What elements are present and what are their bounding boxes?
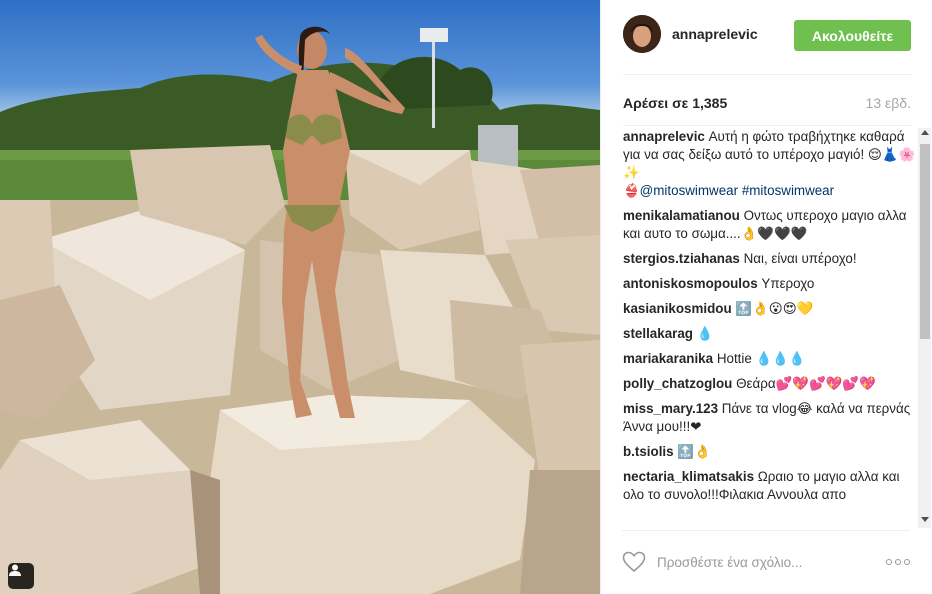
list-item: polly_chatzoglou Θεάρα💕💖💕💖💕💖 (623, 375, 917, 393)
divider (623, 74, 911, 75)
comment-text: Θεάρα💕💖💕💖💕💖 (736, 376, 876, 391)
post-details-panel: annaprelevic Ακολουθείτε Αρέσει σε 1,385… (600, 0, 932, 594)
photo-scene (0, 26, 600, 594)
following-button[interactable]: Ακολουθείτε (794, 20, 911, 51)
comment-text: 💧 (696, 326, 714, 341)
comment-text: Ναι, είναι υπέροχο! (743, 251, 857, 266)
avatar[interactable] (623, 15, 661, 53)
comment-author[interactable]: miss_mary.123 (623, 401, 718, 416)
likes-number: 1,385 (692, 95, 728, 111)
comment-author[interactable]: b.tsiolis (623, 444, 674, 459)
comment-text: Υπεροχο (761, 276, 815, 291)
scrollbar-thumb[interactable] (920, 144, 930, 339)
comment-author[interactable]: menikalamatianou (623, 208, 740, 223)
comment-author[interactable]: annaprelevic (623, 129, 705, 144)
comment-author[interactable]: mariakaranika (623, 351, 713, 366)
list-item: nectaria_klimatsakis Ωραιο το μαγιο αλλα… (623, 468, 917, 504)
list-item: kasianikosmidou 🔝👌😮😍💛 (623, 300, 917, 318)
comment-author[interactable]: antoniskosmopoulos (623, 276, 758, 291)
username[interactable]: annaprelevic (672, 26, 758, 42)
post-age[interactable]: 13 εβδ. (866, 95, 911, 111)
comments-list[interactable]: annaprelevic Αυτή η φώτο τραβήχτηκε καθα… (623, 128, 917, 530)
comment-text: Hottie 💧💧💧 (716, 351, 806, 366)
dot (904, 559, 910, 565)
comment-author[interactable]: polly_chatzoglou (623, 376, 732, 391)
hashtag-link[interactable]: #mitoswimwear (742, 183, 834, 198)
comment-text: 🔝👌 (677, 444, 711, 459)
list-item: stergios.tziahanas Ναι, είναι υπέροχο! (623, 250, 917, 268)
comment-author[interactable]: nectaria_klimatsakis (623, 469, 754, 484)
divider (623, 125, 911, 126)
list-item: antoniskosmopoulos Υπεροχο (623, 275, 917, 293)
mention-link[interactable]: 👙@mitoswimwear (623, 183, 738, 198)
likes-row: Αρέσει σε 1,385 13 εβδ. (623, 95, 911, 113)
post-photo[interactable] (0, 0, 600, 594)
dot (895, 559, 901, 565)
comment-text: 🔝👌😮😍💛 (735, 301, 814, 316)
scroll-up-arrow-icon[interactable] (921, 130, 929, 135)
comment-author[interactable]: stergios.tziahanas (623, 251, 740, 266)
list-item: stellakarag 💧 (623, 325, 917, 343)
likes-prefix: Αρέσει σε (623, 95, 689, 111)
list-item: b.tsiolis 🔝👌 (623, 443, 917, 461)
more-options-icon[interactable] (886, 555, 912, 569)
list-item: miss_mary.123 Πάνε τα vlog😂 καλά να περν… (623, 400, 917, 436)
comment-author[interactable]: stellakarag (623, 326, 693, 341)
dot (886, 559, 892, 565)
user-tag-icon[interactable] (8, 563, 34, 589)
comment-author[interactable]: kasianikosmidou (623, 301, 732, 316)
comment-input[interactable] (657, 553, 872, 571)
scroll-down-arrow-icon[interactable] (921, 517, 929, 522)
heart-outline-icon[interactable] (622, 551, 646, 573)
list-item: menikalamatianou Οντως υπεροχο μαγιο αλλ… (623, 207, 917, 243)
likes-count[interactable]: Αρέσει σε 1,385 (623, 95, 727, 111)
post-header: annaprelevic Ακολουθείτε (601, 0, 932, 75)
list-item: mariakaranika Hottie 💧💧💧 (623, 350, 917, 368)
caption: annaprelevic Αυτή η φώτο τραβήχτηκε καθα… (623, 128, 917, 200)
divider (622, 530, 910, 531)
